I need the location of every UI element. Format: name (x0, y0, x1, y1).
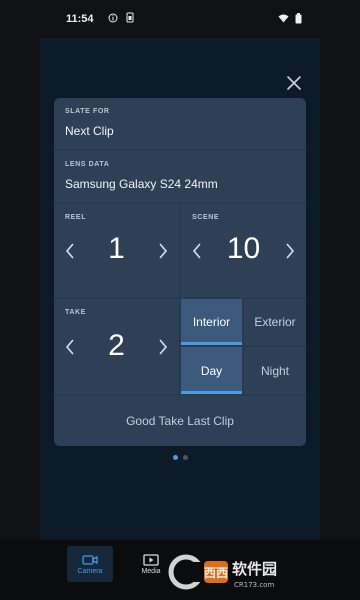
svg-text:西西: 西西 (204, 566, 228, 580)
watermark-subtext: CR173.com (234, 581, 274, 589)
reel-increment-button[interactable] (152, 204, 174, 297)
status-time: 11:54 (66, 13, 94, 25)
page-indicator (173, 455, 188, 460)
day-toggle[interactable]: Day (181, 347, 242, 394)
close-button[interactable] (283, 72, 305, 94)
tab-media-label: Media (141, 567, 161, 575)
exterior-toggle[interactable]: Exterior (244, 299, 306, 345)
slate-for-label: SLATE FOR (65, 108, 110, 115)
lens-data-label: LENS DATA (65, 161, 110, 168)
page-dot-active[interactable] (173, 455, 178, 460)
scene-stepper: SCENE 10 (181, 204, 306, 297)
interior-toggle[interactable]: Interior (181, 299, 242, 345)
watermark-text: 软件园 (232, 560, 277, 578)
page-dot[interactable] (183, 455, 188, 460)
slate-for-value: Next Clip (65, 124, 114, 138)
sim-card-icon (126, 12, 134, 26)
camera-icon (82, 554, 98, 565)
watermark-logo: 西西 软件园 CR173.com (168, 554, 277, 590)
lens-data-field[interactable]: LENS DATA Samsung Galaxy S24 24mm (54, 151, 306, 202)
scene-increment-button[interactable] (279, 204, 301, 297)
take-increment-button[interactable] (152, 299, 174, 394)
media-icon (143, 553, 159, 566)
bottom-nav: Camera Media 西西 软件园 CR173.com (0, 540, 360, 600)
chevron-right-icon (159, 242, 168, 259)
good-take-button[interactable]: Good Take Last Clip (54, 396, 306, 446)
wifi-icon (278, 14, 289, 26)
tab-camera[interactable]: Camera (67, 546, 113, 582)
status-bar: 11:54 (0, 0, 360, 38)
take-stepper: TAKE 2 (54, 299, 179, 394)
reel-stepper: REEL 1 (54, 204, 179, 297)
chevron-right-icon (159, 338, 168, 355)
battery-icon (295, 13, 302, 27)
chevron-right-icon (286, 242, 295, 259)
slate-card: SLATE FOR Next Clip LENS DATA Samsung Ga… (54, 98, 306, 446)
night-toggle[interactable]: Night (244, 347, 306, 394)
lens-data-value: Samsung Galaxy S24 24mm (65, 177, 218, 191)
slate-panel: SLATE FOR Next Clip LENS DATA Samsung Ga… (40, 38, 320, 540)
close-icon (287, 76, 301, 90)
slate-for-field[interactable]: SLATE FOR Next Clip (54, 98, 306, 149)
status-indicators (278, 13, 302, 27)
info-icon (108, 13, 118, 26)
tab-camera-label: Camera (77, 567, 103, 575)
